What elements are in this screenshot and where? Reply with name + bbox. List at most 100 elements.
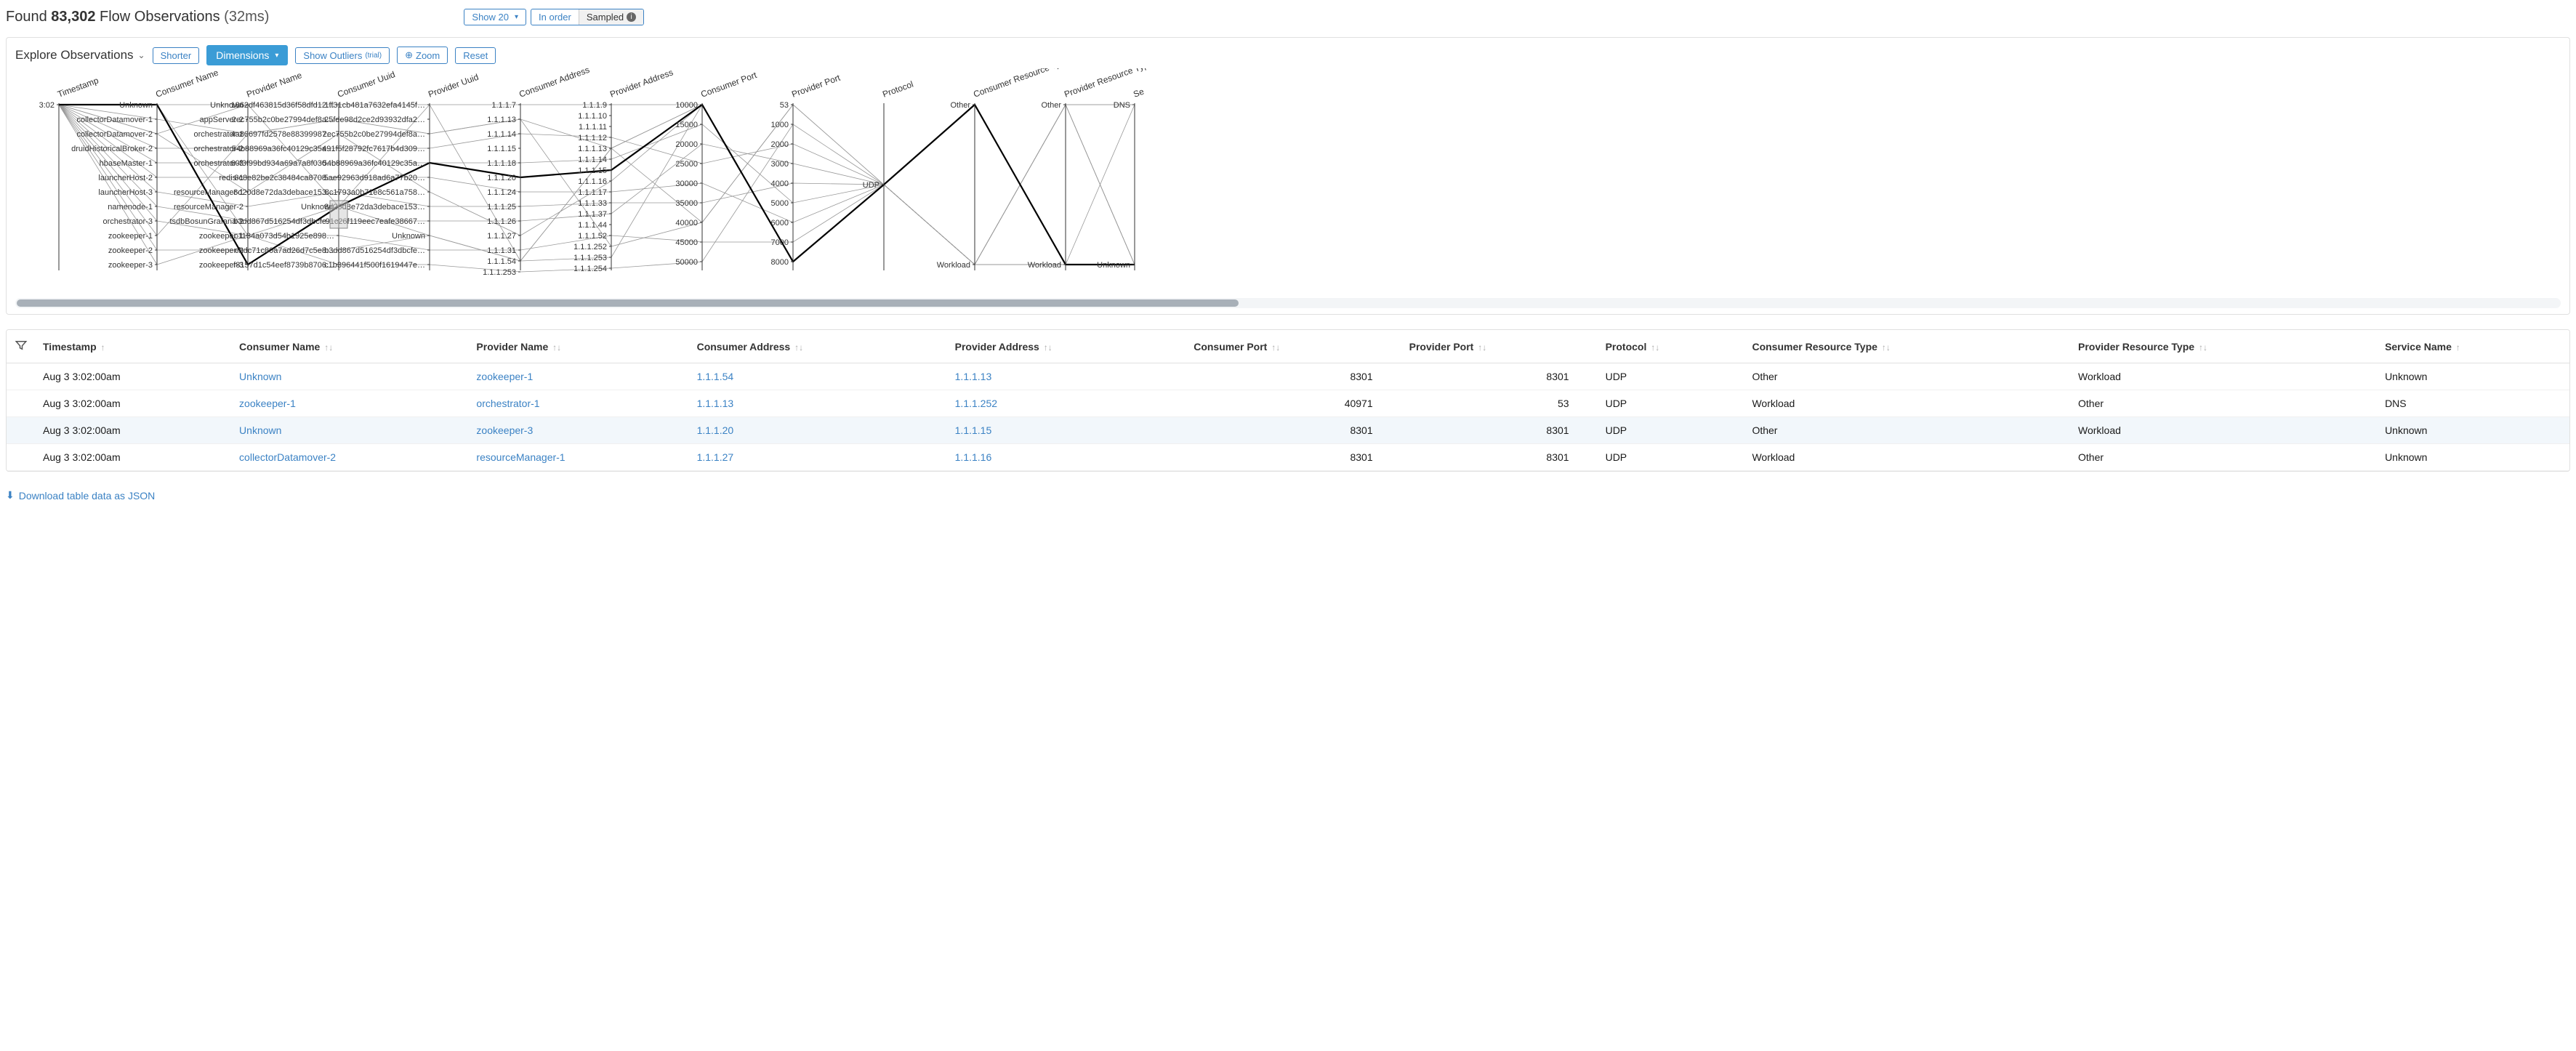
show-count-dropdown[interactable]: Show 20 [464, 9, 526, 25]
column-header[interactable]: Provider Resource Type ↑↓ [2071, 330, 2378, 363]
svg-text:Provider Uuid: Provider Uuid [427, 72, 480, 100]
svg-text:35000: 35000 [675, 199, 698, 208]
svg-text:25000: 25000 [675, 160, 698, 169]
download-json-link[interactable]: ⬇ Download table data as JSON [6, 489, 155, 502]
table-row[interactable]: Aug 3 3:02:00amUnknownzookeeper-11.1.1.5… [7, 363, 2569, 390]
svg-text:50000: 50000 [675, 258, 698, 267]
column-header[interactable]: Provider Address ↑↓ [948, 330, 1187, 363]
svg-text:8c8e82be2c38484ca8708…: 8c8e82be2c38484ca8708… [234, 174, 334, 182]
column-header[interactable]: Consumer Address ↑↓ [690, 330, 948, 363]
svg-text:1.1.1.17: 1.1.1.17 [578, 188, 607, 197]
svg-text:1.1.1.15: 1.1.1.15 [578, 166, 607, 175]
svg-text:1.1.1.14: 1.1.1.14 [487, 130, 516, 139]
svg-text:1.1.1.54: 1.1.1.54 [487, 257, 516, 266]
dimensions-dropdown[interactable]: Dimensions [206, 45, 288, 65]
svg-text:1.1.1.9: 1.1.1.9 [582, 101, 607, 110]
svg-text:b3dd867d516254df3dbcfe…: b3dd867d516254df3dbcfe… [233, 217, 334, 226]
svg-text:1.1.1.27: 1.1.1.27 [487, 232, 516, 241]
sampled-option[interactable]: Sampled i [579, 9, 643, 25]
svg-text:Timestamp: Timestamp [56, 75, 100, 99]
svg-text:1.1.1.254: 1.1.1.254 [573, 265, 607, 273]
svg-text:5000: 5000 [771, 199, 789, 208]
svg-text:1.1.1.52: 1.1.1.52 [578, 232, 607, 241]
explore-header: Explore Observations ⌄ Shorter Dimension… [15, 45, 2561, 65]
svg-text:1.1.1.18: 1.1.1.18 [487, 159, 516, 168]
table-row[interactable]: Aug 3 3:02:00amUnknownzookeeper-31.1.1.2… [7, 417, 2569, 444]
svg-text:5ae92963d918ad6a77b20…: 5ae92963d918ad6a77b20… [324, 174, 425, 182]
svg-text:4000: 4000 [771, 180, 789, 188]
svg-text:Consumer Port: Consumer Port [699, 70, 758, 100]
svg-text:1.1.1.26: 1.1.1.26 [487, 217, 516, 226]
svg-text:c1134a073d54b1925e898…: c1134a073d54b1925e898… [234, 232, 334, 241]
zoom-button[interactable]: ⊕ Zoom [397, 47, 448, 64]
svg-text:1.1.1.12: 1.1.1.12 [578, 134, 607, 142]
svg-text:orchestrator-3: orchestrator-3 [103, 217, 153, 226]
svg-text:1.1.1.10: 1.1.1.10 [578, 112, 607, 121]
svg-text:1.1.1.33: 1.1.1.33 [578, 199, 607, 208]
svg-text:7000: 7000 [771, 238, 789, 247]
parallel-coordinates-chart[interactable]: Timestamp3:02Consumer NameUnknowncollect… [15, 68, 2561, 294]
order-sample-toggle: In order Sampled i [531, 9, 644, 25]
svg-text:54b88969a36fc40129c35a…: 54b88969a36fc40129c35a… [232, 145, 334, 153]
svg-text:druidHistoricalBroker-2: druidHistoricalBroker-2 [71, 145, 153, 153]
column-header[interactable]: Protocol ↑↓ [1598, 330, 1745, 363]
svg-text:c1b396441f500f1619447e…: c1b396441f500f1619447e… [324, 261, 425, 270]
svg-text:Unknown: Unknown [392, 232, 425, 241]
svg-text:DNS: DNS [1114, 101, 1130, 110]
svg-text:491f5f28792fc7617b4d309…: 491f5f28792fc7617b4d309… [322, 145, 425, 153]
svg-text:1.1.1.37: 1.1.1.37 [578, 210, 607, 219]
svg-text:namenode-1: namenode-1 [108, 203, 153, 212]
results-count: Found 83,302 Flow Observations (32ms) [6, 9, 269, 25]
table-row[interactable]: Aug 3 3:02:00amcollectorDatamover-2resou… [7, 444, 2569, 471]
column-header[interactable]: Provider Port ↑↓ [1402, 330, 1598, 363]
horizontal-scrollbar[interactable] [15, 298, 2561, 308]
svg-text:1.1.1.13: 1.1.1.13 [578, 145, 607, 153]
svg-text:Unknown: Unknown [119, 101, 153, 110]
svg-text:b3dd867d516254df3dbcfe…: b3dd867d516254df3dbcfe… [324, 246, 425, 255]
svg-text:Provider Address: Provider Address [608, 68, 675, 100]
svg-text:40000: 40000 [675, 219, 698, 227]
explore-title[interactable]: Explore Observations ⌄ [15, 48, 145, 63]
svg-text:45000: 45000 [675, 238, 698, 247]
column-header[interactable]: Consumer Name ↑↓ [232, 330, 469, 363]
table-row[interactable]: Aug 3 3:02:00amzookeeper-1orchestrator-1… [7, 390, 2569, 417]
show-outliers-button[interactable]: Show Outliers (trial) [295, 47, 390, 64]
svg-text:Consumer Uuid: Consumer Uuid [336, 69, 396, 100]
inorder-option[interactable]: In order [531, 9, 579, 25]
svg-text:resourceManager-2: resourceManager-2 [174, 203, 243, 212]
filter-icon [15, 342, 28, 354]
column-header[interactable]: Provider Name ↑↓ [469, 330, 689, 363]
svg-text:1.1.1.24: 1.1.1.24 [487, 188, 516, 197]
svg-text:1.1.1.25: 1.1.1.25 [487, 203, 516, 212]
svg-text:tsdbBosunGrafana-2: tsdbBosunGrafana-2 [169, 217, 243, 226]
svg-text:1.1.1.31: 1.1.1.31 [487, 246, 516, 255]
shorter-button[interactable]: Shorter [153, 47, 200, 64]
svg-text:launcherHost-3: launcherHost-3 [98, 188, 153, 197]
svg-text:8000: 8000 [771, 258, 789, 267]
reset-button[interactable]: Reset [455, 47, 496, 64]
svg-text:4a80697fd2578e88399987…: 4a80697fd2578e88399987… [230, 130, 334, 139]
svg-text:53: 53 [780, 101, 789, 110]
filter-column-header[interactable] [7, 330, 36, 363]
svg-text:10000: 10000 [675, 101, 698, 110]
svg-text:1.1.1.20: 1.1.1.20 [487, 174, 516, 182]
svg-text:UDP: UDP [863, 181, 880, 190]
svg-text:2ec755b2c0be27994def8a…: 2ec755b2c0be27994def8a… [232, 116, 334, 124]
column-header[interactable]: Consumer Port ↑↓ [1186, 330, 1401, 363]
svg-text:cbdc71c80a7ad26d7c5e8…: cbdc71c80a7ad26d7c5e8… [235, 246, 334, 255]
column-header[interactable]: Consumer Resource Type ↑↓ [1744, 330, 2071, 363]
svg-text:zookeeper-1: zookeeper-1 [108, 232, 153, 241]
svg-text:collectorDatamover-2: collectorDatamover-2 [76, 130, 153, 139]
svg-text:8c1793a0b71e8c561a758…: 8c1793a0b71e8c561a758… [325, 188, 425, 197]
column-header[interactable]: Service Name ↑ [2378, 330, 2569, 363]
svg-text:1.1.1.14: 1.1.1.14 [578, 156, 607, 164]
column-header[interactable]: Timestamp ↑ [36, 330, 232, 363]
svg-text:Workload: Workload [1028, 261, 1061, 270]
svg-text:1.1.1.7: 1.1.1.7 [491, 101, 516, 110]
svg-text:3:02: 3:02 [39, 101, 55, 110]
svg-text:Protocol: Protocol [881, 79, 914, 100]
svg-text:60f3f99bd934a69a7a8f030…: 60f3f99bd934a69a7a8f030… [230, 159, 334, 168]
scrollbar-thumb[interactable] [17, 299, 1239, 307]
svg-text:zookeeper-2: zookeeper-2 [108, 246, 153, 255]
svg-text:20000: 20000 [675, 140, 698, 149]
